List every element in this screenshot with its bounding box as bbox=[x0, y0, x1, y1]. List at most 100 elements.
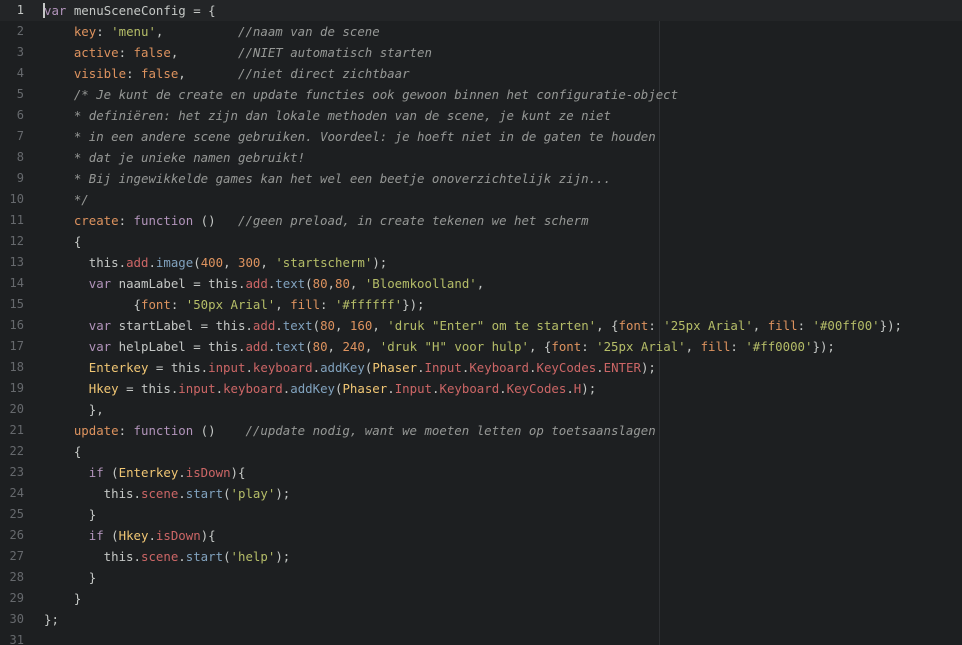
line-number: 28 bbox=[9, 570, 24, 584]
code-token: font bbox=[618, 318, 649, 333]
code-token: Phaser bbox=[372, 360, 418, 375]
line-code: } bbox=[44, 504, 96, 525]
code-line[interactable]: 20 }, bbox=[0, 399, 962, 420]
code-token: 300 bbox=[238, 255, 261, 270]
line-number: 4 bbox=[16, 66, 24, 80]
line-code: if (Hkey.isDown){ bbox=[44, 525, 216, 546]
line-number: 8 bbox=[16, 150, 24, 164]
code-token: . bbox=[215, 381, 224, 396]
code-token: . bbox=[275, 318, 283, 333]
line-code: { bbox=[44, 441, 81, 462]
code-token: , bbox=[178, 66, 238, 81]
line-code: * Bij ingewikkelde games kan het wel een… bbox=[44, 168, 611, 189]
code-token: scene bbox=[140, 549, 179, 564]
code-token: '25px Arial' bbox=[596, 339, 686, 354]
code-line[interactable]: 23 if (Enterkey.isDown){ bbox=[0, 462, 962, 483]
code-token: '#ff0000' bbox=[745, 339, 813, 354]
line-code: var menuSceneConfig = { bbox=[44, 0, 216, 21]
code-token: * in een andere scene gebruiken. Voordee… bbox=[73, 129, 656, 144]
code-line[interactable]: 14 var naamLabel = this.add.text(80,80, … bbox=[0, 273, 962, 294]
code-token: : bbox=[96, 24, 112, 39]
code-line[interactable]: 12 { bbox=[0, 231, 962, 252]
code-token: var bbox=[88, 339, 112, 354]
line-code: this.add.image(400, 300, 'startscherm'); bbox=[44, 252, 387, 273]
code-line[interactable]: 28 } bbox=[0, 567, 962, 588]
code-token: ENTER bbox=[603, 360, 641, 375]
text-cursor bbox=[43, 3, 45, 18]
line-code: var naamLabel = this.add.text(80,80, 'Bl… bbox=[44, 273, 484, 294]
code-line[interactable]: 24 this.scene.start('play'); bbox=[0, 483, 962, 504]
code-token: . bbox=[245, 360, 253, 375]
code-line[interactable]: 9 * Bij ingewikkelde games kan het wel e… bbox=[0, 168, 962, 189]
line-number: 19 bbox=[9, 381, 24, 395]
code-line[interactable]: 15 {font: '50px Arial', fill: '#ffffff'}… bbox=[0, 294, 962, 315]
code-token: Hkey bbox=[118, 528, 149, 543]
code-token: KeyCodes bbox=[536, 360, 597, 375]
code-line[interactable]: 31 bbox=[0, 630, 962, 645]
code-line[interactable]: 30}; bbox=[0, 609, 962, 630]
line-number: 24 bbox=[9, 486, 24, 500]
code-token: ( bbox=[305, 276, 313, 291]
code-token: Input bbox=[424, 360, 462, 375]
code-token: */ bbox=[73, 192, 89, 207]
code-line[interactable]: 5 /* Je kunt de create en update functie… bbox=[0, 84, 962, 105]
code-token: keyboard bbox=[223, 381, 283, 396]
code-line[interactable]: 7 * in een andere scene gebruiken. Voord… bbox=[0, 126, 962, 147]
line-code: }, bbox=[44, 399, 104, 420]
code-token: = this. bbox=[148, 360, 209, 375]
code-token: add bbox=[126, 255, 149, 270]
code-token: input bbox=[208, 360, 246, 375]
code-token: } bbox=[44, 507, 97, 522]
line-number: 30 bbox=[9, 612, 24, 626]
code-token: key bbox=[73, 24, 97, 39]
line-code: if (Enterkey.isDown){ bbox=[44, 462, 246, 483]
line-code: * in een andere scene gebruiken. Voordee… bbox=[44, 126, 656, 147]
code-line[interactable]: 6 * definiëren: het zijn dan lokale meth… bbox=[0, 105, 962, 126]
code-line[interactable]: 21 update: function () //update nodig, w… bbox=[0, 420, 962, 441]
code-line[interactable]: 10 */ bbox=[0, 189, 962, 210]
code-line[interactable]: 26 if (Hkey.isDown){ bbox=[0, 525, 962, 546]
code-line[interactable]: 27 this.scene.start('help'); bbox=[0, 546, 962, 567]
code-line[interactable]: 8 * dat je unieke namen gebruikt! bbox=[0, 147, 962, 168]
code-line[interactable]: 17 var helpLabel = this.add.text(80, 240… bbox=[0, 336, 962, 357]
code-token: , bbox=[275, 297, 291, 312]
code-token: var bbox=[44, 3, 67, 18]
code-token: , bbox=[364, 339, 380, 354]
code-token: . bbox=[178, 486, 186, 501]
code-line[interactable]: 1 var menuSceneConfig = { bbox=[0, 0, 962, 21]
code-token: input bbox=[178, 381, 216, 396]
line-number: 5 bbox=[16, 87, 24, 101]
code-line[interactable]: 2 key: 'menu', //naam van de scene bbox=[0, 21, 962, 42]
code-token: ( bbox=[312, 318, 321, 333]
code-token: //niet direct zichtbaar bbox=[237, 66, 410, 81]
code-editor[interactable]: 1 var menuSceneConfig = {2 key: 'menu', /… bbox=[0, 0, 962, 645]
code-line[interactable]: 4 visible: false, //niet direct zichtbaa… bbox=[0, 63, 962, 84]
code-token: ( bbox=[103, 465, 119, 480]
line-number: 13 bbox=[9, 255, 24, 269]
code-line[interactable]: 13 this.add.image(400, 300, 'startscherm… bbox=[0, 252, 962, 273]
code-token: { bbox=[44, 444, 82, 459]
code-token: 'druk "H" voor hulp' bbox=[379, 339, 529, 354]
code-token: , bbox=[223, 255, 239, 270]
code-token: function bbox=[133, 213, 194, 228]
code-line[interactable]: 11 create: function () //geen preload, i… bbox=[0, 210, 962, 231]
code-line[interactable]: 18 Enterkey = this.input.keyboard.addKey… bbox=[0, 357, 962, 378]
code-line[interactable]: 25 } bbox=[0, 504, 962, 525]
code-token: ); bbox=[275, 549, 291, 564]
code-token: , { bbox=[596, 318, 619, 333]
code-line[interactable]: 19 Hkey = this.input.keyboard.addKey(Pha… bbox=[0, 378, 962, 399]
code-line[interactable]: 22 { bbox=[0, 441, 962, 462]
code-token: 80 bbox=[320, 318, 335, 333]
code-token: this. bbox=[44, 549, 141, 564]
code-line[interactable]: 3 active: false, //NIET automatisch star… bbox=[0, 42, 962, 63]
code-token: . bbox=[566, 381, 574, 396]
code-token: ); bbox=[275, 486, 291, 501]
code-token: add bbox=[245, 339, 268, 354]
code-line[interactable]: 29 } bbox=[0, 588, 962, 609]
line-code: } bbox=[44, 567, 96, 588]
code-line[interactable]: 16 var startLabel = this.add.text(80, 16… bbox=[0, 315, 962, 336]
code-token: : bbox=[170, 297, 186, 312]
